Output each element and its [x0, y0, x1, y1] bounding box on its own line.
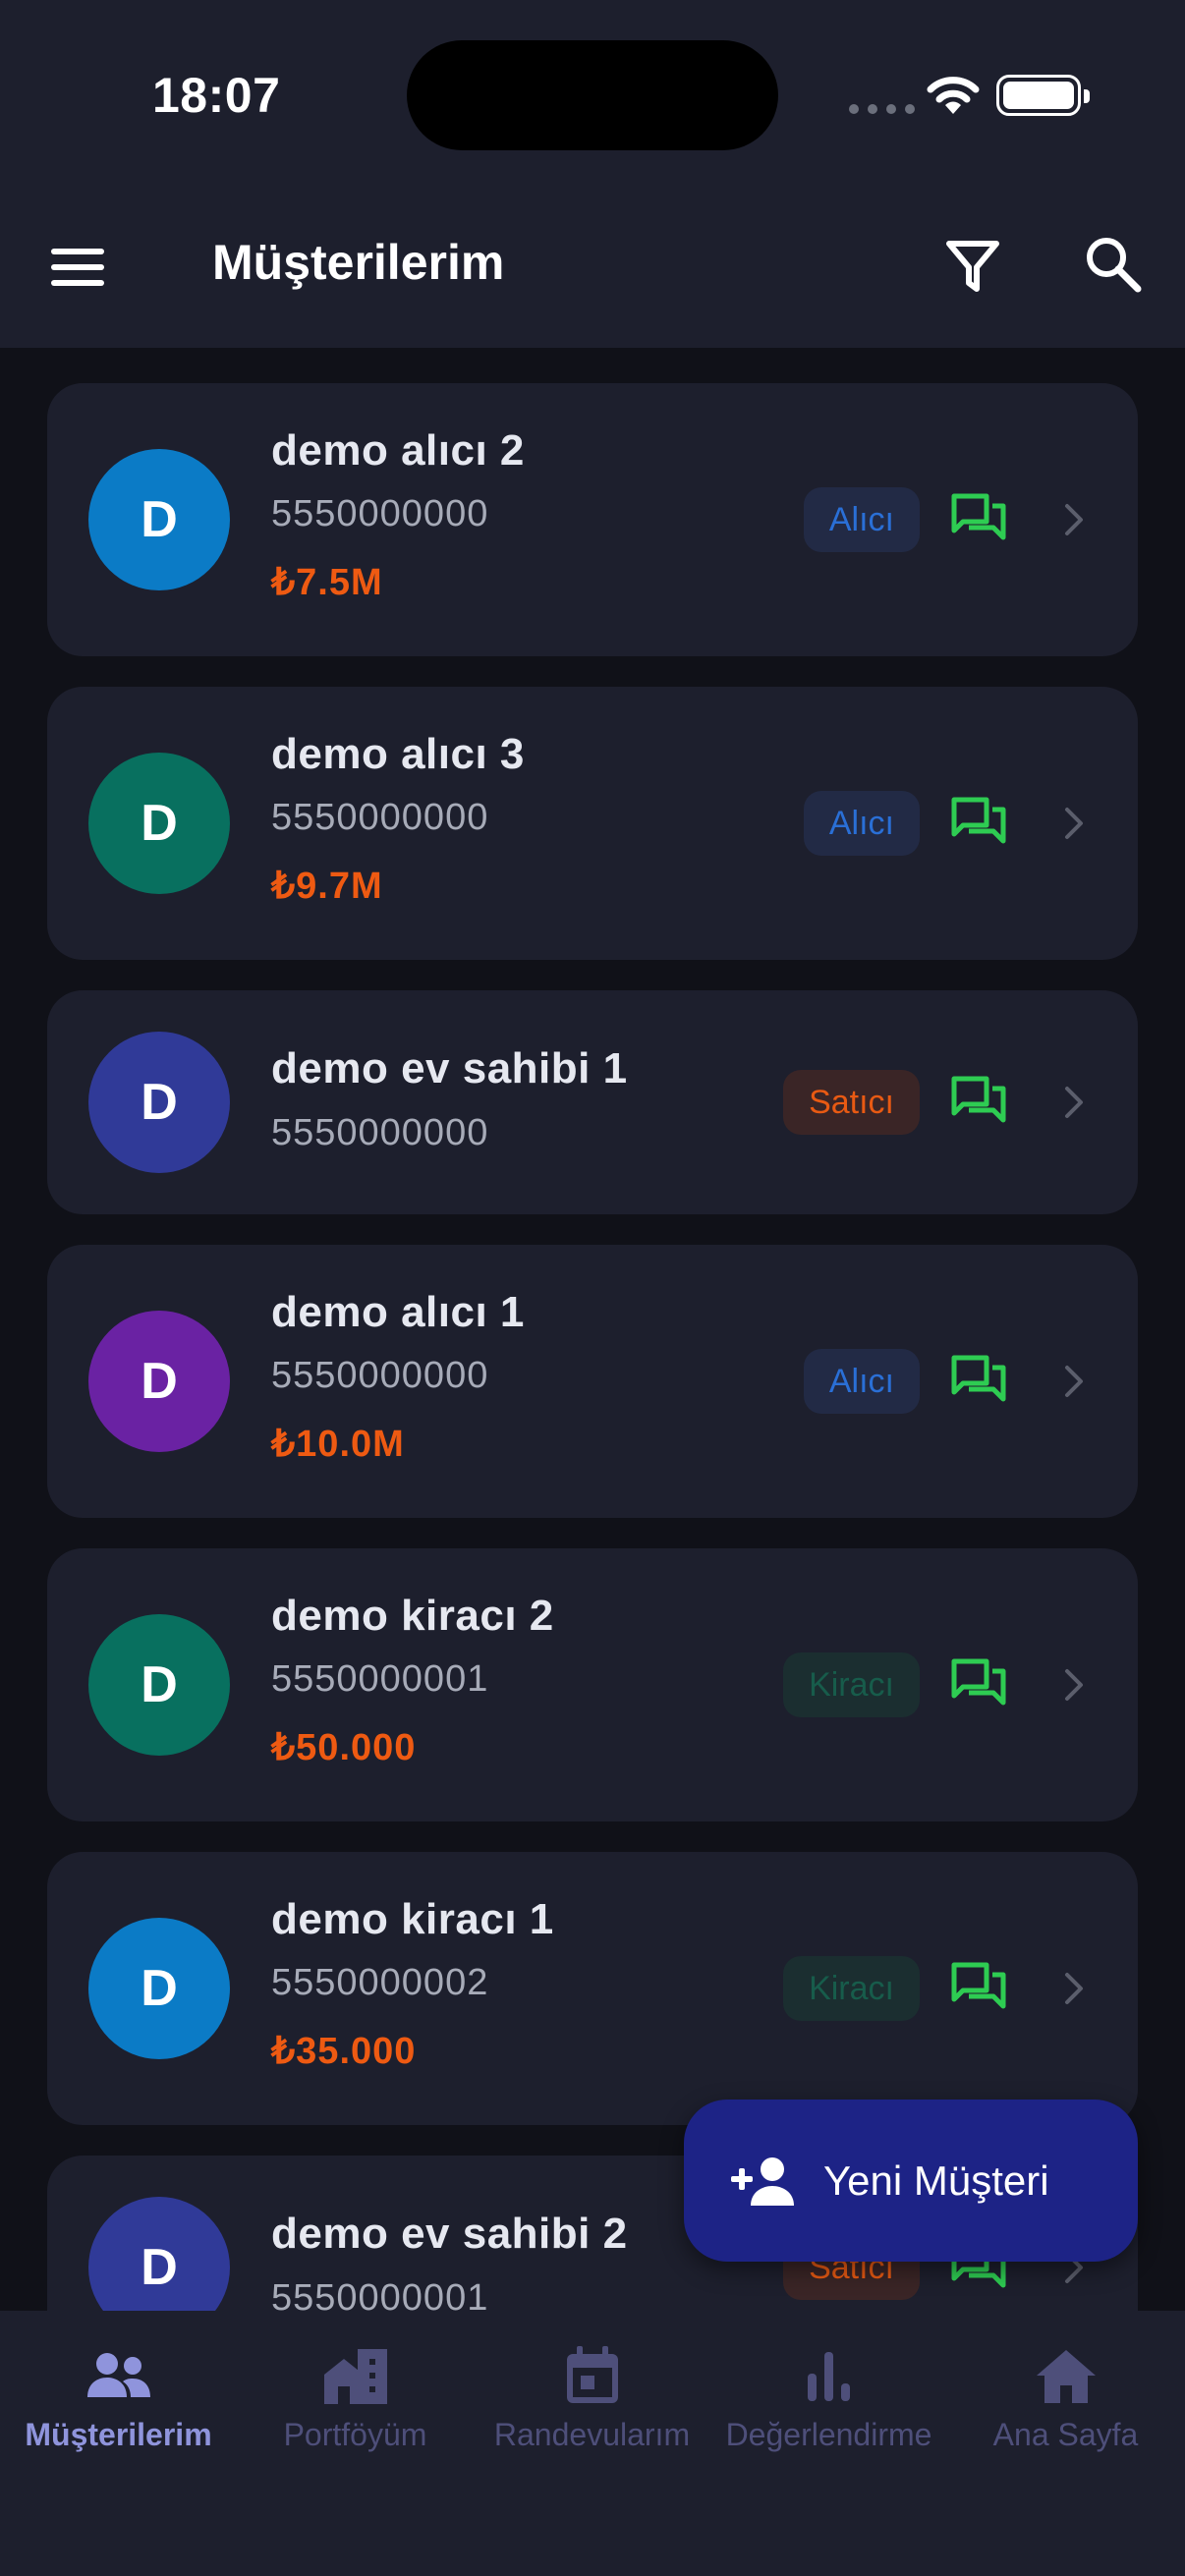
chat-icon[interactable]: [949, 794, 1008, 853]
customer-budget: ₺9.7M: [271, 866, 383, 907]
nav-tab-portfolio[interactable]: Portföyüm: [237, 2340, 474, 2453]
chat-icon[interactable]: [949, 1655, 1008, 1714]
search-icon[interactable]: [1081, 232, 1144, 295]
nav-tab-home-label: Ana Sayfa: [992, 2417, 1139, 2452]
customer-phone: 5550000000: [271, 797, 489, 838]
avatar: D: [88, 449, 230, 590]
nav-tab-appointments[interactable]: Randevularım: [474, 2340, 710, 2453]
customer-budget: ₺50.000: [271, 1727, 417, 1768]
customer-type-badge: Alıcı: [803, 791, 920, 856]
customer-type-badge: Alıcı: [803, 1349, 920, 1414]
people-icon: [86, 2353, 150, 2397]
new-customer-label: Yeni Müşteri: [823, 2156, 1049, 2204]
customer-phone: 5550000000: [271, 1355, 489, 1396]
customer-card[interactable]: D demo kiracı 2 5550000001 ₺50.000 Kirac…: [47, 1548, 1138, 1821]
customer-phone: 5550000001: [271, 2277, 489, 2311]
customer-type-badge: Alıcı: [803, 487, 920, 552]
battery-icon: [996, 75, 1090, 116]
buildings-icon: [323, 2349, 387, 2404]
customer-phone: 5550000001: [271, 1658, 489, 1700]
customer-card[interactable]: D demo alıcı 1 5550000000 ₺10.0M Alıcı: [47, 1245, 1138, 1518]
chat-icon[interactable]: [949, 1073, 1008, 1132]
customer-phone: 5550000000: [271, 493, 489, 534]
customer-budget: ₺35.000: [271, 2031, 417, 2072]
new-customer-button[interactable]: Yeni Müşteri: [684, 2100, 1138, 2262]
customer-phone: 5550000000: [271, 1112, 489, 1153]
chevron-right-icon[interactable]: [1059, 1969, 1089, 2008]
bar-chart-icon: [807, 2352, 850, 2401]
customer-name: demo alıcı 2: [271, 426, 525, 475]
customer-card[interactable]: D demo ev sahibi 1 5550000000 Satıcı: [47, 990, 1138, 1214]
avatar: D: [88, 2197, 230, 2311]
app-header: 18:07 Müşterilerim: [0, 0, 1185, 348]
customer-name: demo kiracı 2: [271, 1592, 554, 1640]
customers-screen: 18:07 Müşterilerim D demo alıcı 2 555000…: [0, 0, 1185, 2576]
customer-card[interactable]: D demo alıcı 2 5550000000 ₺7.5M Alıcı: [47, 383, 1138, 656]
nav-tab-appointments-label: Randevularım: [493, 2417, 691, 2452]
nav-tab-home[interactable]: Ana Sayfa: [947, 2340, 1184, 2453]
wifi-icon: [927, 77, 980, 114]
customer-card[interactable]: D demo alıcı 3 5550000000 ₺9.7M Alıcı: [47, 687, 1138, 960]
customer-type-badge: Kiracı: [783, 1956, 920, 2021]
customer-budget: ₺7.5M: [271, 562, 383, 603]
chevron-right-icon[interactable]: [1059, 804, 1089, 843]
customer-type-badge: Satıcı: [783, 1070, 920, 1135]
chevron-right-icon[interactable]: [1059, 500, 1089, 539]
customer-budget: ₺10.0M: [271, 1424, 405, 1465]
chat-icon[interactable]: [949, 1959, 1008, 2018]
avatar: D: [88, 1918, 230, 2059]
nav-tab-portfolio-label: Portföyüm: [283, 2417, 427, 2452]
nav-tab-reviews-label: Değerlendirme: [725, 2417, 932, 2452]
person-add-icon: [731, 2156, 794, 2206]
avatar: D: [88, 753, 230, 894]
menu-button[interactable]: [51, 236, 114, 299]
home-icon: [1036, 2350, 1096, 2403]
nav-tab-reviews[interactable]: Değerlendirme: [710, 2340, 947, 2453]
customer-name: demo ev sahibi 1: [271, 1044, 628, 1092]
chat-icon[interactable]: [949, 1352, 1008, 1411]
customer-card[interactable]: D demo kiracı 1 5550000002 ₺35.000 Kirac…: [47, 1852, 1138, 2125]
bottom-navigation: Müşterilerim Portföyüm Randevularım Değe…: [0, 2311, 1185, 2576]
chevron-right-icon[interactable]: [1059, 1083, 1089, 1122]
dynamic-island: [407, 40, 778, 150]
avatar: D: [88, 1032, 230, 1173]
customer-name: demo ev sahibi 2: [271, 2210, 628, 2258]
chevron-right-icon[interactable]: [1059, 1665, 1089, 1705]
filter-icon[interactable]: [943, 234, 1002, 297]
avatar: D: [88, 1311, 230, 1452]
nav-tab-customers[interactable]: Müşterilerim: [0, 2340, 237, 2453]
customer-phone: 5550000002: [271, 1962, 489, 2003]
customer-type-badge: Kiracı: [783, 1652, 920, 1717]
customer-name: demo alıcı 3: [271, 730, 525, 778]
customer-list[interactable]: D demo alıcı 2 5550000000 ₺7.5M Alıcı D …: [47, 383, 1138, 2311]
page-title: Müşterilerim: [212, 235, 505, 290]
nav-tab-customers-label: Müşterilerim: [25, 2417, 212, 2452]
chevron-right-icon[interactable]: [1059, 1362, 1089, 1401]
chat-icon[interactable]: [949, 490, 1008, 549]
avatar: D: [88, 1614, 230, 1756]
cellular-signal-icon: [849, 104, 915, 114]
calendar-icon: [566, 2346, 618, 2403]
status-time: 18:07: [152, 68, 281, 123]
customer-name: demo kiracı 1: [271, 1895, 554, 1943]
customer-name: demo alıcı 1: [271, 1288, 525, 1336]
